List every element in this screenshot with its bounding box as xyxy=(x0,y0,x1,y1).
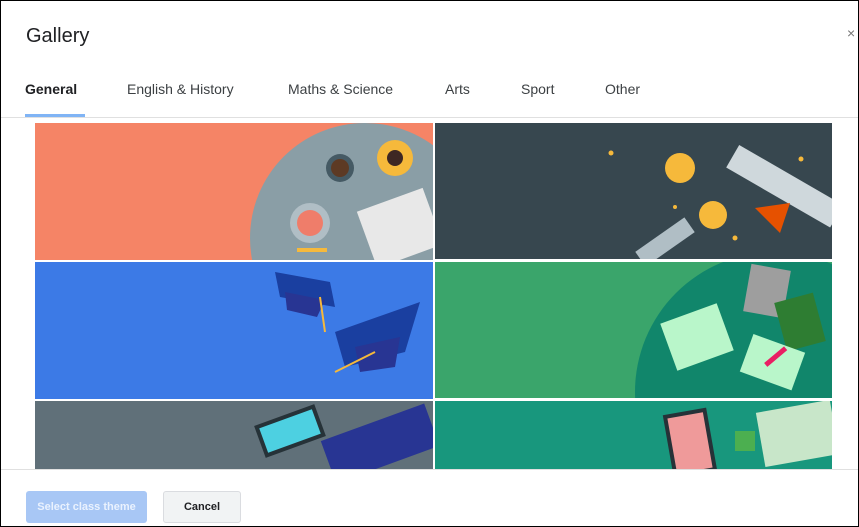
theme-tile-graduation[interactable] xyxy=(35,262,433,399)
dialog-title: Gallery xyxy=(26,25,90,47)
gold-medal-shape xyxy=(665,153,695,183)
tab-general[interactable]: General xyxy=(25,81,77,97)
select-class-theme-button[interactable]: Select class theme xyxy=(26,491,147,523)
gallery-dialog: Gallery × General English & History Math… xyxy=(0,0,859,527)
tab-maths-science[interactable]: Maths & Science xyxy=(288,81,393,97)
active-tab-indicator xyxy=(25,114,85,117)
theme-tile-laptop[interactable] xyxy=(35,401,433,469)
theme-tile-coffee[interactable] xyxy=(35,123,433,260)
letter-shape xyxy=(755,401,832,467)
tab-sport[interactable]: Sport xyxy=(521,81,554,97)
grapefruit-shape xyxy=(297,210,323,236)
tab-bar: General English & History Maths & Scienc… xyxy=(1,73,858,118)
tab-other[interactable]: Other xyxy=(605,81,640,97)
theme-grid xyxy=(35,123,832,469)
cancel-button[interactable]: Cancel xyxy=(163,491,241,523)
theme-tile-diploma[interactable] xyxy=(435,123,832,259)
tab-arts[interactable]: Arts xyxy=(445,81,470,97)
phone-shape xyxy=(662,407,718,469)
theme-tile-phone[interactable] xyxy=(435,401,832,469)
tab-english-history[interactable]: English & History xyxy=(127,81,234,97)
theme-tile-books[interactable] xyxy=(435,262,832,398)
dialog-footer: Select class theme Cancel xyxy=(1,469,858,526)
close-icon[interactable]: × xyxy=(847,25,855,41)
